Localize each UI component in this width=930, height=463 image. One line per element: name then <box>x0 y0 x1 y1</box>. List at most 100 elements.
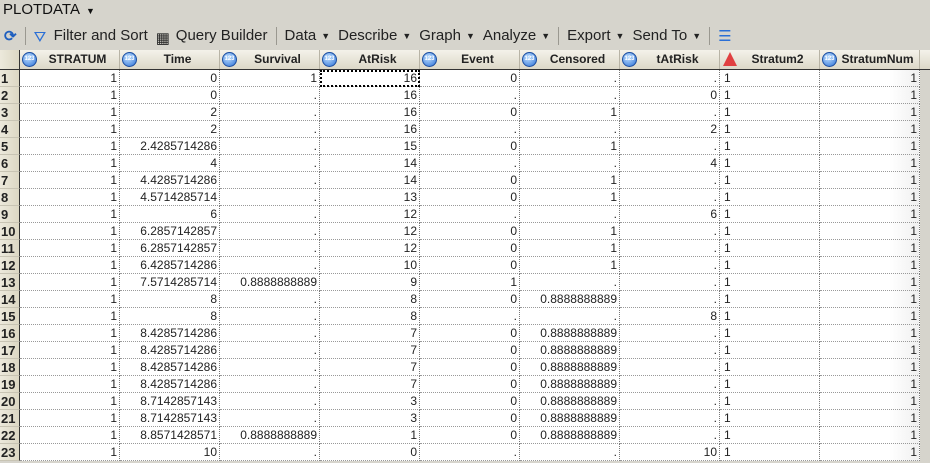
table-cell[interactable]: 1 <box>20 308 120 325</box>
table-cell[interactable]: 0 <box>420 70 520 87</box>
table-cell[interactable]: 8 <box>320 308 420 325</box>
table-cell[interactable]: 12 <box>320 223 420 240</box>
table-cell[interactable]: 1 <box>20 206 120 223</box>
table-cell[interactable]: . <box>220 325 320 342</box>
table-cell[interactable]: 1 <box>820 257 920 274</box>
table-cell[interactable]: 16 <box>320 104 420 121</box>
column-header[interactable]: 123 tAtRisk <box>620 50 720 69</box>
table-cell[interactable]: 1 <box>820 70 920 87</box>
table-cell[interactable]: . <box>520 444 620 461</box>
table-cell[interactable]: . <box>220 223 320 240</box>
table-cell[interactable]: 1 <box>820 104 920 121</box>
table-cell[interactable]: 8 <box>620 308 720 325</box>
table-cell[interactable]: 8 <box>120 308 220 325</box>
table-cell[interactable]: . <box>620 70 720 87</box>
table-cell[interactable]: 1 <box>720 138 820 155</box>
column-header[interactable]: 123 AtRisk <box>320 50 420 69</box>
table-cell[interactable]: 3 <box>320 410 420 427</box>
table-cell[interactable]: . <box>620 376 720 393</box>
table-cell[interactable]: 7.5714285714 <box>120 274 220 291</box>
column-header[interactable]: 123 Time <box>120 50 220 69</box>
row-number[interactable]: 2 <box>0 87 20 104</box>
row-number[interactable]: 16 <box>0 325 20 342</box>
table-cell[interactable]: 0 <box>420 393 520 410</box>
table-cell[interactable]: 1 <box>20 325 120 342</box>
table-cell[interactable]: 0 <box>120 70 220 87</box>
table-cell[interactable]: 2.4285714286 <box>120 138 220 155</box>
row-number[interactable]: 1 <box>0 70 20 87</box>
table-cell[interactable]: 10 <box>620 444 720 461</box>
table-cell[interactable]: 0.8888888889 <box>220 427 320 444</box>
table-cell[interactable]: . <box>520 121 620 138</box>
table-cell[interactable]: 0 <box>420 325 520 342</box>
table-cell[interactable]: 1 <box>720 104 820 121</box>
table-cell[interactable]: 0.8888888889 <box>520 393 620 410</box>
table-cell[interactable]: 3 <box>320 393 420 410</box>
table-cell[interactable]: 1 <box>720 257 820 274</box>
table-cell[interactable]: 2 <box>120 104 220 121</box>
table-cell[interactable]: 0 <box>420 257 520 274</box>
row-number[interactable]: 17 <box>0 342 20 359</box>
table-cell[interactable]: 1 <box>820 189 920 206</box>
table-cell[interactable]: 0 <box>420 189 520 206</box>
table-cell[interactable]: 9 <box>320 274 420 291</box>
table-cell[interactable]: 1 <box>720 172 820 189</box>
table-cell[interactable]: 7 <box>320 342 420 359</box>
table-cell[interactable]: . <box>620 342 720 359</box>
row-number[interactable]: 14 <box>0 291 20 308</box>
table-cell[interactable]: 6.2857142857 <box>120 240 220 257</box>
table-cell[interactable]: 8.7142857143 <box>120 410 220 427</box>
row-number[interactable]: 15 <box>0 308 20 325</box>
table-cell[interactable]: 1 <box>520 189 620 206</box>
row-number[interactable]: 5 <box>0 138 20 155</box>
table-cell[interactable]: 1 <box>720 444 820 461</box>
export-menu[interactable]: Export ▼ <box>563 27 628 44</box>
table-cell[interactable]: 8.4285714286 <box>120 376 220 393</box>
table-cell[interactable]: 7 <box>320 376 420 393</box>
row-number[interactable]: 12 <box>0 257 20 274</box>
table-cell[interactable]: . <box>520 87 620 104</box>
table-cell[interactable]: 0 <box>420 172 520 189</box>
describe-menu[interactable]: Describe ▼ <box>334 27 415 44</box>
table-cell[interactable]: 16 <box>320 70 420 87</box>
table-cell[interactable]: 8.4285714286 <box>120 359 220 376</box>
table-cell[interactable]: 1 <box>520 172 620 189</box>
table-cell[interactable]: . <box>620 393 720 410</box>
row-number[interactable]: 10 <box>0 223 20 240</box>
row-number[interactable]: 19 <box>0 376 20 393</box>
table-cell[interactable]: . <box>520 206 620 223</box>
table-cell[interactable]: . <box>420 444 520 461</box>
row-number[interactable]: 8 <box>0 189 20 206</box>
table-cell[interactable]: 1 <box>820 427 920 444</box>
table-cell[interactable]: 1 <box>720 240 820 257</box>
table-cell[interactable]: 1 <box>720 342 820 359</box>
table-cell[interactable]: 8 <box>120 291 220 308</box>
dataset-title[interactable]: PLOTDATA ▼ <box>0 0 930 22</box>
table-cell[interactable]: 1 <box>420 274 520 291</box>
table-cell[interactable]: 0 <box>420 240 520 257</box>
table-cell[interactable]: 1 <box>20 155 120 172</box>
table-cell[interactable]: 0.8888888889 <box>520 325 620 342</box>
row-number[interactable]: 21 <box>0 410 20 427</box>
table-cell[interactable]: 0 <box>320 444 420 461</box>
graph-menu[interactable]: Graph ▼ <box>415 27 479 44</box>
table-cell[interactable]: 16 <box>320 87 420 104</box>
table-cell[interactable]: 0 <box>420 138 520 155</box>
table-cell[interactable]: 16 <box>320 121 420 138</box>
table-cell[interactable]: . <box>220 189 320 206</box>
table-cell[interactable]: 1 <box>320 427 420 444</box>
table-cell[interactable]: 1 <box>720 359 820 376</box>
column-header[interactable]: 123 StratumNum <box>820 50 920 69</box>
table-cell[interactable]: . <box>220 172 320 189</box>
table-cell[interactable]: 1 <box>20 274 120 291</box>
row-number[interactable]: 20 <box>0 393 20 410</box>
filter-sort-button[interactable]: ⛛ Filter and Sort <box>30 27 152 46</box>
table-cell[interactable]: 4 <box>120 155 220 172</box>
table-cell[interactable]: 1 <box>220 70 320 87</box>
row-number[interactable]: 4 <box>0 121 20 138</box>
table-cell[interactable]: 8 <box>320 291 420 308</box>
table-cell[interactable]: 1 <box>720 325 820 342</box>
table-cell[interactable]: 2 <box>120 121 220 138</box>
table-cell[interactable]: 1 <box>820 240 920 257</box>
table-cell[interactable]: 1 <box>20 376 120 393</box>
